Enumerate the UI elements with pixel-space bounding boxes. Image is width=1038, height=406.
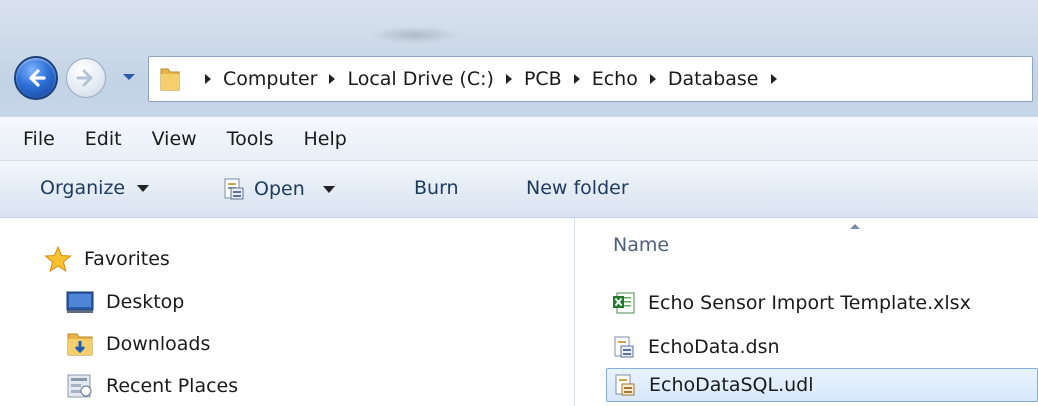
breadcrumb-database[interactable]: Database [668,68,759,90]
command-bar: Organize Open Burn New folder [0,161,1038,218]
open-button[interactable]: Open [222,177,335,201]
file-row-selected[interactable]: EchoDataSQL.udl [606,368,1038,402]
address-bar[interactable]: Computer Local Drive (C:) PCB Echo Datab… [148,56,1033,102]
chevron-down-icon [123,74,135,80]
burn-label: Burn [414,177,459,199]
breadcrumb-arrow-icon[interactable] [646,72,660,86]
folder-icon [159,65,181,93]
open-label: Open [254,178,305,200]
nav-item-label: Recent Places [106,375,239,397]
nav-item-label: Desktop [106,291,185,313]
back-button[interactable] [14,56,58,100]
new-folder-button[interactable]: New folder [526,177,629,199]
burn-button[interactable]: Burn [414,177,459,199]
chevron-down-icon [322,185,335,193]
breadcrumb-pcb[interactable]: PCB [524,68,562,90]
nav-item-downloads[interactable]: Downloads [66,331,210,357]
breadcrumb-arrow-icon[interactable] [767,72,781,86]
favorites-header[interactable]: Favorites [44,245,170,273]
sort-ascending-icon [850,224,860,229]
recent-places-icon [66,373,94,399]
nav-item-recent-places[interactable]: Recent Places [66,373,238,399]
menu-help[interactable]: Help [304,128,347,150]
file-name: EchoDataSQL.udl [649,374,814,396]
chevron-down-icon [137,184,150,192]
breadcrumb-arrow-icon[interactable] [201,72,215,86]
column-header-name[interactable]: Name [613,234,669,256]
breadcrumb-computer[interactable]: Computer [223,68,317,90]
title-bar: Computer Local Drive (C:) PCB Echo Datab… [0,0,1038,117]
nav-item-label: Downloads [106,333,211,355]
organize-button[interactable]: Organize [40,177,150,199]
organize-label: Organize [40,177,126,199]
menu-bar: File Edit View Tools Help [0,117,1038,161]
back-arrow-icon [29,69,46,87]
breadcrumb-arrow-icon[interactable] [502,72,516,86]
forward-arrow-icon [76,69,93,87]
breadcrumb-arrow-icon[interactable] [570,72,584,86]
navigation-pane: Favorites Desktop Downloads Recent Place… [0,218,575,406]
favorites-label: Favorites [84,248,170,270]
menu-view[interactable]: View [152,128,197,150]
nav-item-desktop[interactable]: Desktop [66,289,184,315]
desktop-icon [66,289,94,315]
window-glass-blur [370,26,460,44]
downloads-folder-icon [66,331,94,357]
menu-file[interactable]: File [23,128,55,150]
menu-edit[interactable]: Edit [85,128,122,150]
forward-button[interactable] [66,58,106,98]
open-file-icon [222,177,246,201]
file-row[interactable]: Echo Sensor Import Template.xlsx [606,286,1038,320]
file-row[interactable]: EchoData.dsn [606,330,1038,364]
star-icon [44,245,72,273]
excel-file-icon [612,291,636,315]
data-source-file-icon [612,335,636,359]
breadcrumb-arrow-icon[interactable] [325,72,339,86]
recent-pages-dropdown[interactable] [120,70,138,84]
file-list: Name Echo Sensor Import Template.xlsx Ec… [576,218,1038,406]
breadcrumb-echo[interactable]: Echo [592,68,638,90]
new-folder-label: New folder [526,177,629,199]
file-name: Echo Sensor Import Template.xlsx [648,292,971,314]
breadcrumb-local-drive[interactable]: Local Drive (C:) [347,68,493,90]
menu-tools[interactable]: Tools [227,128,274,150]
data-link-file-icon [613,373,637,397]
file-name: EchoData.dsn [648,336,780,358]
